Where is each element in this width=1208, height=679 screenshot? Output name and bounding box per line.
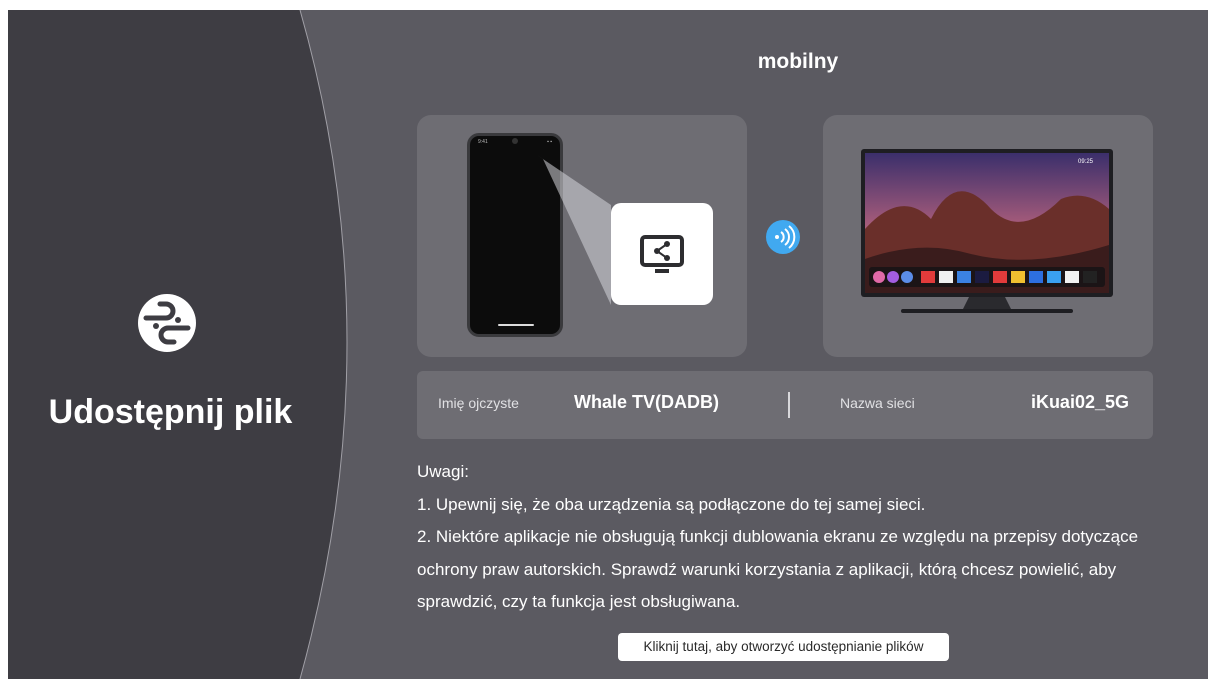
device-info-bar: Imię ojczyste Whale TV(DADB) Nazwa sieci… bbox=[417, 371, 1153, 439]
open-file-sharing-button[interactable]: Kliknij tutaj, aby otworzyć udostępniani… bbox=[618, 633, 949, 661]
notes: Uwagi: 1. Upewnij się, że oba urządzenia… bbox=[417, 456, 1157, 619]
tv-card: 09:25 bbox=[823, 115, 1153, 357]
section-title: mobilny bbox=[757, 50, 839, 73]
phone-card: 9:41 ▪ ▪ bbox=[417, 115, 747, 357]
note-item: 1. Upewnij się, że oba urządzenia są pod… bbox=[417, 494, 926, 514]
sidebar: Udostępnij plik bbox=[8, 10, 328, 679]
network-name-label: Nazwa sieci bbox=[840, 395, 915, 411]
tv-illustration: 09:25 bbox=[861, 149, 1113, 313]
network-name-value: iKuai02_5G bbox=[1030, 392, 1129, 412]
note-item: 2. Niektóre aplikacje nie obsługują funk… bbox=[417, 527, 1139, 611]
notes-heading: Uwagi: bbox=[417, 462, 469, 481]
screen-share-icon bbox=[640, 235, 684, 273]
device-name-label: Imię ojczyste bbox=[438, 395, 519, 411]
wireless-signal-icon bbox=[766, 220, 800, 254]
link-share-icon bbox=[138, 294, 196, 352]
page-title: Udostępnij plik bbox=[48, 393, 293, 431]
tv-clock: 09:25 bbox=[1078, 159, 1094, 165]
share-tile bbox=[611, 203, 713, 305]
device-name-value: Whale TV(DADB) bbox=[574, 392, 719, 412]
wireless-signal-glyph bbox=[775, 225, 796, 249]
screen: Udostępnij plik mobilny 9:41 ▪ ▪ 09:25 I… bbox=[8, 10, 1208, 679]
info-divider bbox=[788, 392, 790, 418]
